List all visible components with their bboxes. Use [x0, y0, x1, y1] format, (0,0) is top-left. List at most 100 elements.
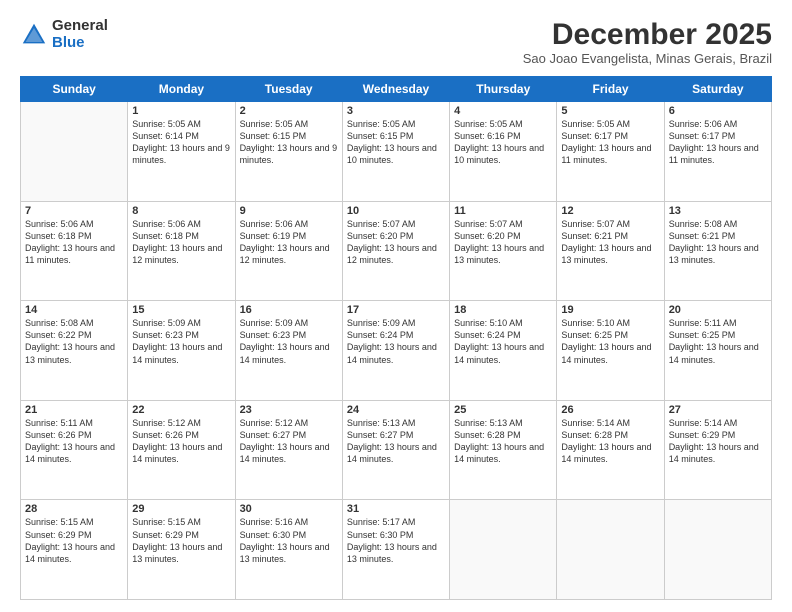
page: General Blue December 2025 Sao Joao Evan…	[0, 0, 792, 612]
day-info: Sunrise: 5:16 AMSunset: 6:30 PMDaylight:…	[240, 516, 338, 565]
calendar-cell: 2Sunrise: 5:05 AMSunset: 6:15 PMDaylight…	[235, 102, 342, 202]
day-info: Sunrise: 5:13 AMSunset: 6:27 PMDaylight:…	[347, 417, 445, 466]
day-number: 7	[25, 205, 123, 217]
calendar-table: Sunday Monday Tuesday Wednesday Thursday…	[20, 76, 772, 600]
day-number: 20	[669, 304, 767, 316]
day-number: 30	[240, 503, 338, 515]
calendar-header: Sunday Monday Tuesday Wednesday Thursday…	[21, 77, 772, 102]
day-number: 16	[240, 304, 338, 316]
day-number: 27	[669, 404, 767, 416]
calendar-cell: 1Sunrise: 5:05 AMSunset: 6:14 PMDaylight…	[128, 102, 235, 202]
day-number: 26	[561, 404, 659, 416]
day-info: Sunrise: 5:06 AMSunset: 6:19 PMDaylight:…	[240, 218, 338, 267]
calendar-body: 1Sunrise: 5:05 AMSunset: 6:14 PMDaylight…	[21, 102, 772, 600]
logo-icon	[20, 21, 48, 49]
day-number: 9	[240, 205, 338, 217]
day-number: 24	[347, 404, 445, 416]
calendar-cell: 28Sunrise: 5:15 AMSunset: 6:29 PMDayligh…	[21, 500, 128, 600]
day-number: 6	[669, 105, 767, 117]
week-row-2: 7Sunrise: 5:06 AMSunset: 6:18 PMDaylight…	[21, 201, 772, 301]
title-block: December 2025 Sao Joao Evangelista, Mina…	[523, 18, 772, 66]
calendar-cell: 30Sunrise: 5:16 AMSunset: 6:30 PMDayligh…	[235, 500, 342, 600]
day-number: 10	[347, 205, 445, 217]
week-row-3: 14Sunrise: 5:08 AMSunset: 6:22 PMDayligh…	[21, 301, 772, 401]
day-info: Sunrise: 5:11 AMSunset: 6:26 PMDaylight:…	[25, 417, 123, 466]
calendar-cell: 9Sunrise: 5:06 AMSunset: 6:19 PMDaylight…	[235, 201, 342, 301]
calendar-cell: 4Sunrise: 5:05 AMSunset: 6:16 PMDaylight…	[450, 102, 557, 202]
calendar-cell: 17Sunrise: 5:09 AMSunset: 6:24 PMDayligh…	[342, 301, 449, 401]
calendar-cell: 16Sunrise: 5:09 AMSunset: 6:23 PMDayligh…	[235, 301, 342, 401]
day-info: Sunrise: 5:05 AMSunset: 6:14 PMDaylight:…	[132, 118, 230, 167]
day-info: Sunrise: 5:15 AMSunset: 6:29 PMDaylight:…	[25, 516, 123, 565]
calendar-cell: 29Sunrise: 5:15 AMSunset: 6:29 PMDayligh…	[128, 500, 235, 600]
day-number: 4	[454, 105, 552, 117]
day-info: Sunrise: 5:09 AMSunset: 6:24 PMDaylight:…	[347, 317, 445, 366]
day-info: Sunrise: 5:07 AMSunset: 6:20 PMDaylight:…	[347, 218, 445, 267]
header: General Blue December 2025 Sao Joao Evan…	[20, 18, 772, 66]
day-info: Sunrise: 5:09 AMSunset: 6:23 PMDaylight:…	[240, 317, 338, 366]
day-number: 15	[132, 304, 230, 316]
calendar-cell: 24Sunrise: 5:13 AMSunset: 6:27 PMDayligh…	[342, 400, 449, 500]
day-number: 13	[669, 205, 767, 217]
header-row: Sunday Monday Tuesday Wednesday Thursday…	[21, 77, 772, 102]
day-info: Sunrise: 5:08 AMSunset: 6:22 PMDaylight:…	[25, 317, 123, 366]
calendar-cell: 13Sunrise: 5:08 AMSunset: 6:21 PMDayligh…	[664, 201, 771, 301]
calendar-cell: 21Sunrise: 5:11 AMSunset: 6:26 PMDayligh…	[21, 400, 128, 500]
day-info: Sunrise: 5:06 AMSunset: 6:18 PMDaylight:…	[132, 218, 230, 267]
day-info: Sunrise: 5:12 AMSunset: 6:27 PMDaylight:…	[240, 417, 338, 466]
day-info: Sunrise: 5:14 AMSunset: 6:29 PMDaylight:…	[669, 417, 767, 466]
calendar-cell: 10Sunrise: 5:07 AMSunset: 6:20 PMDayligh…	[342, 201, 449, 301]
day-info: Sunrise: 5:05 AMSunset: 6:15 PMDaylight:…	[240, 118, 338, 167]
calendar-cell	[450, 500, 557, 600]
day-number: 5	[561, 105, 659, 117]
day-info: Sunrise: 5:06 AMSunset: 6:17 PMDaylight:…	[669, 118, 767, 167]
calendar-cell: 23Sunrise: 5:12 AMSunset: 6:27 PMDayligh…	[235, 400, 342, 500]
logo-general: General	[52, 18, 108, 35]
day-number: 19	[561, 304, 659, 316]
day-number: 2	[240, 105, 338, 117]
day-info: Sunrise: 5:10 AMSunset: 6:25 PMDaylight:…	[561, 317, 659, 366]
calendar-cell: 27Sunrise: 5:14 AMSunset: 6:29 PMDayligh…	[664, 400, 771, 500]
day-number: 21	[25, 404, 123, 416]
logo: General Blue	[20, 18, 108, 51]
calendar-cell: 22Sunrise: 5:12 AMSunset: 6:26 PMDayligh…	[128, 400, 235, 500]
day-number: 18	[454, 304, 552, 316]
calendar-cell: 8Sunrise: 5:06 AMSunset: 6:18 PMDaylight…	[128, 201, 235, 301]
day-number: 11	[454, 205, 552, 217]
day-info: Sunrise: 5:05 AMSunset: 6:16 PMDaylight:…	[454, 118, 552, 167]
col-friday: Friday	[557, 77, 664, 102]
calendar-cell: 19Sunrise: 5:10 AMSunset: 6:25 PMDayligh…	[557, 301, 664, 401]
col-saturday: Saturday	[664, 77, 771, 102]
day-number: 1	[132, 105, 230, 117]
calendar-cell: 6Sunrise: 5:06 AMSunset: 6:17 PMDaylight…	[664, 102, 771, 202]
logo-blue: Blue	[52, 35, 108, 52]
day-number: 14	[25, 304, 123, 316]
col-tuesday: Tuesday	[235, 77, 342, 102]
day-number: 3	[347, 105, 445, 117]
day-info: Sunrise: 5:08 AMSunset: 6:21 PMDaylight:…	[669, 218, 767, 267]
logo-text: General Blue	[52, 18, 108, 51]
day-info: Sunrise: 5:10 AMSunset: 6:24 PMDaylight:…	[454, 317, 552, 366]
calendar-cell: 5Sunrise: 5:05 AMSunset: 6:17 PMDaylight…	[557, 102, 664, 202]
calendar-cell	[664, 500, 771, 600]
calendar-cell: 15Sunrise: 5:09 AMSunset: 6:23 PMDayligh…	[128, 301, 235, 401]
day-info: Sunrise: 5:06 AMSunset: 6:18 PMDaylight:…	[25, 218, 123, 267]
day-info: Sunrise: 5:09 AMSunset: 6:23 PMDaylight:…	[132, 317, 230, 366]
calendar-cell	[21, 102, 128, 202]
day-info: Sunrise: 5:15 AMSunset: 6:29 PMDaylight:…	[132, 516, 230, 565]
col-monday: Monday	[128, 77, 235, 102]
day-number: 28	[25, 503, 123, 515]
calendar-subtitle: Sao Joao Evangelista, Minas Gerais, Braz…	[523, 51, 772, 66]
day-number: 29	[132, 503, 230, 515]
calendar-cell: 11Sunrise: 5:07 AMSunset: 6:20 PMDayligh…	[450, 201, 557, 301]
calendar-cell: 20Sunrise: 5:11 AMSunset: 6:25 PMDayligh…	[664, 301, 771, 401]
day-number: 25	[454, 404, 552, 416]
day-number: 31	[347, 503, 445, 515]
day-info: Sunrise: 5:07 AMSunset: 6:21 PMDaylight:…	[561, 218, 659, 267]
day-number: 12	[561, 205, 659, 217]
day-number: 8	[132, 205, 230, 217]
day-number: 22	[132, 404, 230, 416]
col-thursday: Thursday	[450, 77, 557, 102]
calendar-cell: 18Sunrise: 5:10 AMSunset: 6:24 PMDayligh…	[450, 301, 557, 401]
calendar-cell: 26Sunrise: 5:14 AMSunset: 6:28 PMDayligh…	[557, 400, 664, 500]
